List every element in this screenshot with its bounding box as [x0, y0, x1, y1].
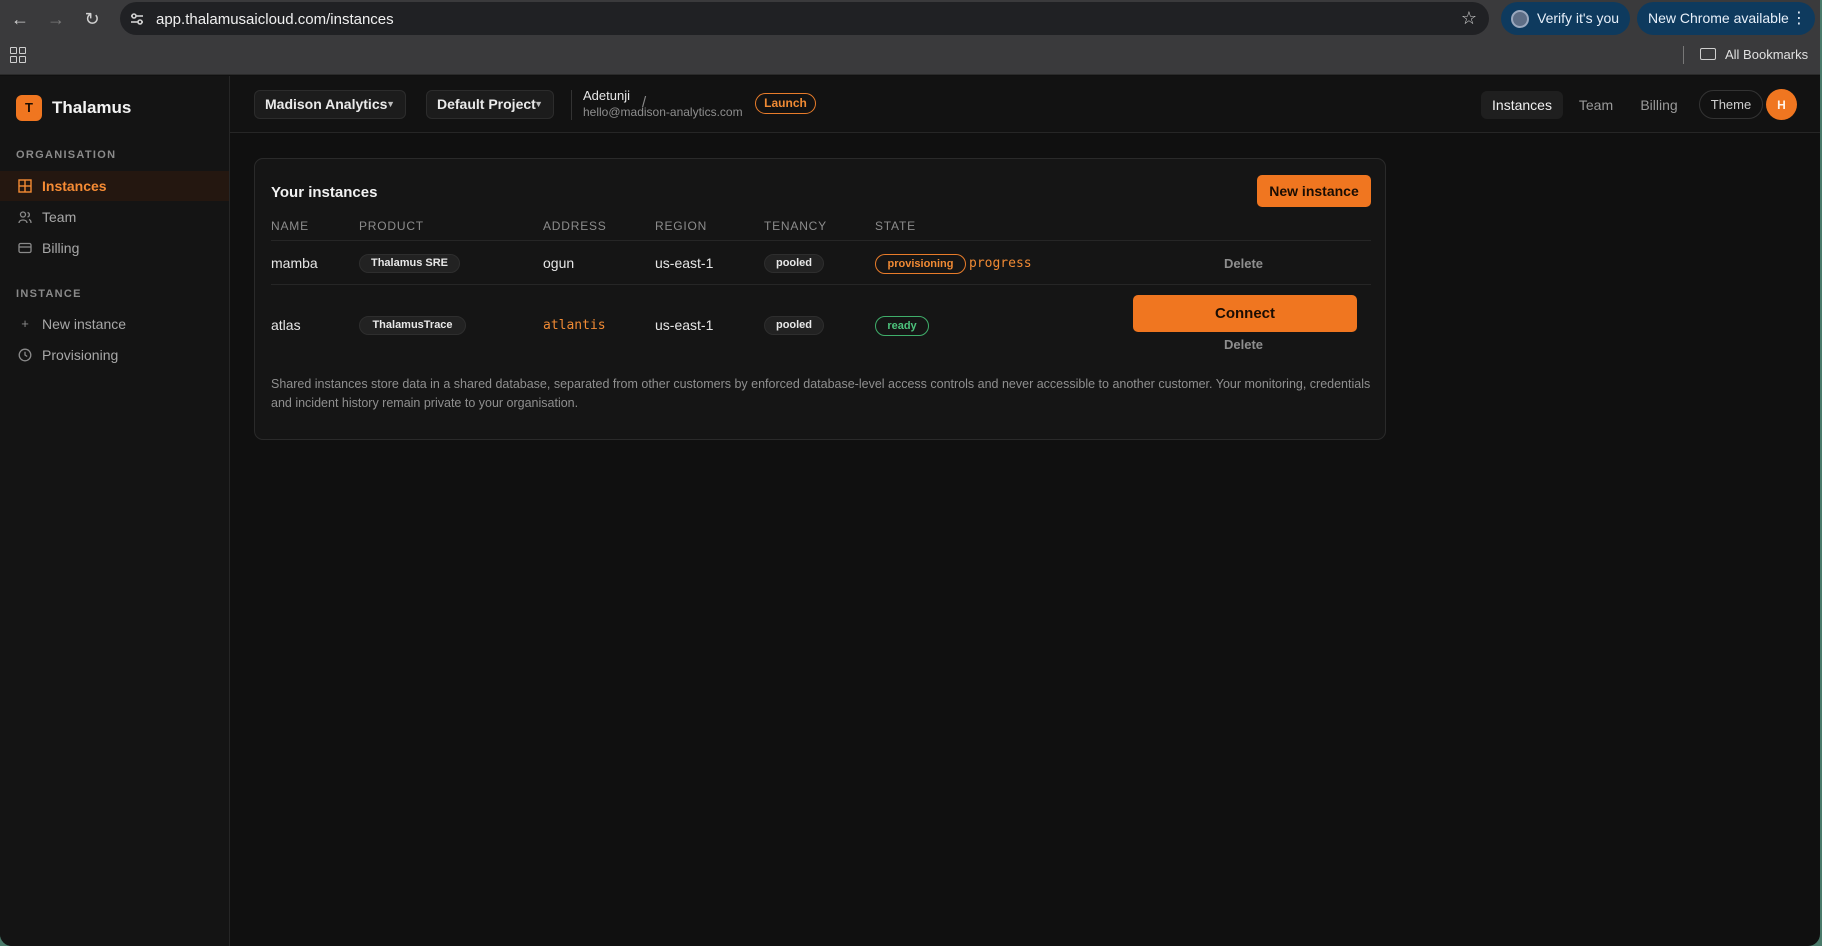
card-title: Your instances — [271, 184, 378, 201]
all-bookmarks-link[interactable]: All Bookmarks — [1725, 47, 1808, 62]
grid-icon — [18, 179, 32, 193]
kebab-icon[interactable]: ⋮ — [1791, 2, 1807, 35]
tab-billing[interactable]: Billing — [1630, 91, 1688, 119]
tenancy-pill: pooled — [764, 316, 824, 335]
instance-name: atlas — [271, 317, 301, 333]
status-badge: provisioning — [875, 254, 966, 274]
tab-team[interactable]: Team — [1568, 91, 1624, 119]
profile-icon — [1511, 10, 1529, 28]
plus-icon: + — [21, 316, 29, 331]
sidebar-item-new-instance[interactable]: + New instance — [0, 309, 229, 339]
tab-instances[interactable]: Instances — [1481, 91, 1563, 119]
new-instance-button[interactable]: New instance — [1257, 175, 1371, 207]
folder-icon[interactable] — [1700, 48, 1716, 60]
avatar[interactable]: H — [1766, 89, 1797, 120]
column-header-state: STATE — [875, 219, 916, 233]
theme-button[interactable]: Theme — [1699, 90, 1763, 119]
instance-region: us-east-1 — [655, 255, 714, 271]
sidebar-item-instances[interactable]: Instances — [0, 171, 229, 201]
status-badge: ready — [875, 316, 929, 336]
star-icon[interactable]: ☆ — [1461, 8, 1477, 29]
instance-address-link[interactable]: atlantis — [543, 318, 606, 333]
app-name: Thalamus — [52, 98, 132, 117]
org-name: Madison Analytics — [265, 96, 388, 112]
card-icon — [18, 242, 32, 254]
app-window: ← → ↻ app.thalamusaicloud.com/instances … — [0, 0, 1820, 946]
tenancy-pill: pooled — [764, 254, 824, 273]
column-header-tenancy: TENANCY — [764, 219, 827, 233]
project-selector[interactable]: Default Project ▼ — [426, 90, 554, 119]
column-header-name: NAME — [271, 219, 309, 233]
browser-toolbar: ← → ↻ app.thalamusaicloud.com/instances … — [0, 0, 1820, 37]
bookmarks-separator — [1683, 46, 1684, 64]
instance-name: mamba — [271, 255, 318, 271]
users-icon — [18, 211, 32, 224]
progress-link[interactable]: progress — [969, 256, 1032, 271]
reload-icon[interactable]: ↻ — [81, 8, 103, 30]
chevron-down-icon: ▼ — [386, 99, 395, 109]
verify-chip[interactable]: Verify it's you — [1501, 2, 1630, 35]
section-label-organisation: ORGANISATION — [16, 149, 117, 161]
update-label: New Chrome available — [1648, 10, 1789, 26]
section-label-instance: INSTANCE — [16, 288, 82, 300]
column-header-region: REGION — [655, 219, 708, 233]
address-bar[interactable]: app.thalamusaicloud.com/instances ☆ — [120, 2, 1489, 35]
sidebar-item-label: Provisioning — [42, 347, 119, 363]
topbar-divider — [571, 90, 572, 120]
sidebar-item-label: Instances — [42, 178, 107, 194]
apps-icon[interactable] — [10, 47, 26, 63]
bookmarks-bar: All Bookmarks — [0, 37, 1820, 75]
delete-button[interactable]: Delete — [1224, 256, 1263, 271]
product-pill: ThalamusTrace — [359, 316, 466, 335]
chrome-update-chip[interactable]: New Chrome available ⋮ — [1637, 2, 1815, 35]
sidebar-item-team[interactable]: Team — [0, 202, 229, 232]
delete-button[interactable]: Delete — [1224, 337, 1263, 352]
sidebar-item-label: Billing — [42, 240, 80, 256]
sidebar-item-provisioning[interactable]: Provisioning — [0, 340, 229, 370]
chevron-down-icon: ▼ — [534, 99, 543, 109]
column-header-address: ADDRESS — [543, 219, 607, 233]
back-icon[interactable]: ← — [9, 8, 31, 30]
project-name: Default Project — [437, 96, 536, 112]
column-header-product: PRODUCT — [359, 219, 424, 233]
instance-address: ogun — [543, 255, 575, 271]
instances-card: Your instances New instance NAME PRODUCT… — [254, 158, 1386, 440]
sidebar: T Thalamus ORGANISATION Instances Team B… — [0, 76, 230, 946]
user-name: Adetunji — [583, 88, 630, 103]
header-divider — [271, 240, 1371, 241]
site-settings-icon[interactable] — [128, 10, 146, 28]
topbar: Madison Analytics ▼ / Default Project ▼ … — [230, 76, 1820, 133]
instance-region: us-east-1 — [655, 317, 714, 333]
plan-badge: Launch — [755, 93, 816, 114]
sidebar-item-label: New instance — [42, 316, 127, 332]
url-text[interactable]: app.thalamusaicloud.com/instances — [156, 11, 394, 28]
logo[interactable]: T — [16, 95, 42, 121]
user-email: hello@madison-analytics.com — [583, 105, 743, 119]
tenancy-note: Shared instances store data in a shared … — [271, 377, 1371, 410]
forward-icon[interactable]: → — [45, 8, 67, 30]
product-pill: Thalamus SRE — [359, 254, 460, 273]
org-selector[interactable]: Madison Analytics ▼ — [254, 90, 406, 119]
connect-button[interactable]: Connect — [1133, 295, 1357, 332]
clock-icon — [18, 348, 32, 362]
sidebar-item-label: Team — [42, 209, 77, 225]
verify-label: Verify it's you — [1537, 10, 1620, 26]
sidebar-item-billing[interactable]: Billing — [0, 233, 229, 263]
row-divider — [271, 284, 1371, 285]
